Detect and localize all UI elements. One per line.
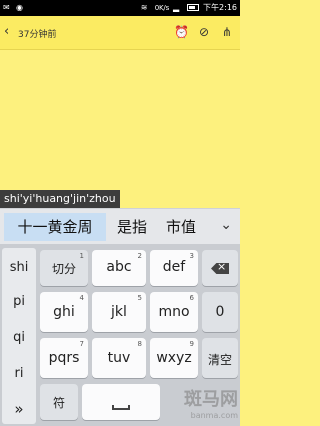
- note-editor[interactable]: [0, 50, 240, 190]
- candidate-1[interactable]: 十一黄金周: [4, 213, 106, 241]
- key-wxyz[interactable]: wxyz 9: [150, 338, 198, 378]
- key-abc[interactable]: abc 2: [92, 250, 146, 286]
- attachment-icon[interactable]: ⊘: [197, 25, 211, 39]
- key-symbols[interactable]: 符: [40, 384, 78, 420]
- more-icon[interactable]: »: [2, 400, 36, 418]
- back-icon[interactable]: ‹: [4, 25, 9, 39]
- clock: 下午2:16: [203, 3, 237, 12]
- android-icon: ◉: [16, 3, 23, 12]
- candidate-bar: 十一黄金周 是指 市值 ⌄: [0, 208, 240, 244]
- key-mno[interactable]: mno 6: [150, 292, 198, 332]
- key-jkl[interactable]: jkl 5: [92, 292, 146, 332]
- watermark-url: banma.com: [190, 411, 238, 420]
- pinyin-composition: shi'yi'huang'jin'zhou: [0, 190, 120, 208]
- wifi-icon: ≋: [140, 2, 148, 12]
- chevron-down-icon[interactable]: ⌄: [220, 217, 232, 233]
- share-icon[interactable]: ⋔: [220, 25, 234, 39]
- pinyin-option[interactable]: qi: [2, 330, 36, 345]
- key-clear[interactable]: 清空: [202, 338, 238, 378]
- signal-icon: ▂: [173, 2, 180, 12]
- key-space[interactable]: [82, 384, 160, 420]
- pinyin-option[interactable]: ri: [2, 366, 36, 381]
- key-split[interactable]: 切分 1: [40, 250, 88, 286]
- message-icon: ✉: [3, 3, 10, 12]
- key-def[interactable]: def 3: [150, 250, 198, 286]
- alarm-icon[interactable]: ⏰: [174, 25, 189, 39]
- space-icon: [82, 398, 160, 414]
- pinyin-list[interactable]: shi pi qi ri »: [2, 248, 36, 424]
- watermark: 斑马网 banma.com: [184, 385, 238, 420]
- backspace-icon: [202, 262, 238, 278]
- watermark-title: 斑马网: [184, 389, 238, 410]
- net-speed: 0K/s: [154, 3, 170, 12]
- status-bar: ✉ ◉ ≋ 0K/s ▂ 下午2:16: [0, 0, 240, 16]
- candidate-3[interactable]: 市值: [158, 213, 204, 241]
- key-pqrs[interactable]: pqrs 7: [40, 338, 88, 378]
- battery-icon: [187, 4, 200, 11]
- note-time: 37分钟前: [18, 30, 57, 40]
- candidate-2[interactable]: 是指: [110, 213, 154, 241]
- key-backspace[interactable]: [202, 250, 238, 286]
- key-zero[interactable]: 0: [202, 292, 238, 332]
- key-ghi[interactable]: ghi 4: [40, 292, 88, 332]
- pinyin-option[interactable]: shi: [2, 260, 36, 275]
- note-header: ‹ 37分钟前 ⏰ ⊘ ⋔: [0, 16, 240, 50]
- key-tuv[interactable]: tuv 8: [92, 338, 146, 378]
- keyboard: shi pi qi ri » 切分 1 abc 2 def 3 ghi 4 jk…: [0, 244, 240, 426]
- pinyin-option[interactable]: pi: [2, 294, 36, 309]
